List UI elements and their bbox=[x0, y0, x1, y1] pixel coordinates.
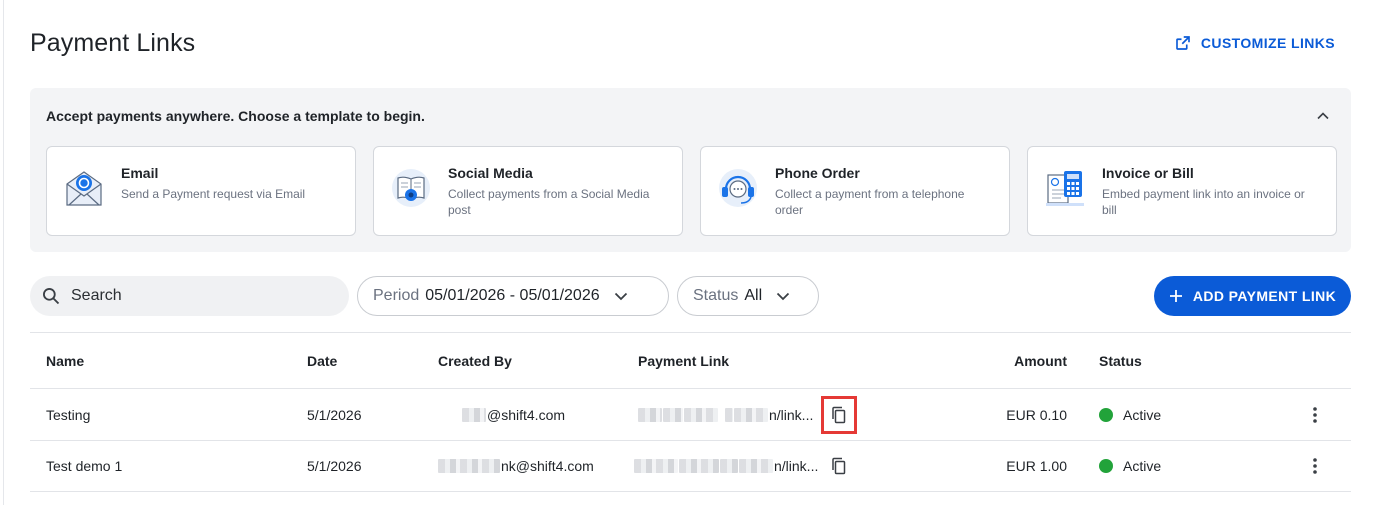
more-vertical-icon bbox=[1313, 406, 1317, 423]
template-card-phone-order[interactable]: Phone Order Collect a payment from a tel… bbox=[700, 146, 1010, 236]
template-card-social-media[interactable]: Social Media Collect payments from a Soc… bbox=[373, 146, 683, 236]
status-active-dot bbox=[1099, 407, 1113, 422]
redacted-text bbox=[739, 459, 773, 473]
template-card-title: Email bbox=[121, 165, 159, 181]
row-status-text: Active bbox=[1123, 406, 1162, 423]
template-card-invoice[interactable]: Invoice or Bill Embed payment link into … bbox=[1027, 146, 1337, 236]
external-link-icon bbox=[1176, 36, 1190, 50]
collapse-panel-button[interactable] bbox=[1315, 108, 1331, 124]
chevron-down-icon bbox=[777, 292, 790, 300]
search-icon bbox=[43, 288, 60, 305]
plus-icon bbox=[1169, 290, 1182, 302]
template-card-description: Collect a payment from a telephone order bbox=[775, 187, 965, 217]
column-header-date[interactable]: Date bbox=[307, 333, 337, 388]
page-title: Payment Links bbox=[30, 29, 196, 57]
template-card-title: Phone Order bbox=[775, 165, 860, 181]
row-created-by-email: nk@shift4.com bbox=[501, 458, 594, 474]
template-card-title: Social Media bbox=[448, 165, 533, 181]
status-filter[interactable]: Status All bbox=[677, 276, 819, 316]
chevron-down-icon bbox=[614, 292, 627, 300]
row-more-menu-button[interactable] bbox=[1308, 441, 1322, 491]
row-payment-link[interactable]: n/link... bbox=[638, 389, 813, 440]
row-created-by: @shift4.com bbox=[438, 389, 565, 440]
template-card-description: Send a Payment request via Email bbox=[121, 187, 306, 201]
redacted-text bbox=[663, 407, 683, 422]
table-row[interactable]: Test demo 1 5/1/2026 nk@shift4.com n/lin… bbox=[30, 440, 1351, 492]
payment-links-table: Name Date Created By Payment Link Amount… bbox=[30, 332, 1351, 492]
row-name: Test demo 1 bbox=[46, 458, 123, 474]
customize-links-label: CUSTOMIZE LINKS bbox=[1200, 35, 1335, 51]
period-filter[interactable]: Period 05/01/2026 - 05/01/2026 bbox=[357, 276, 669, 316]
copy-link-button[interactable] bbox=[821, 395, 857, 434]
status-filter-label: Status bbox=[693, 287, 739, 304]
template-panel-heading: Accept payments anywhere. Choose a templ… bbox=[46, 108, 425, 124]
column-header-payment-link[interactable]: Payment Link bbox=[638, 333, 729, 388]
row-amount: EUR 0.10 bbox=[1006, 406, 1067, 423]
redacted-text bbox=[720, 459, 738, 473]
redacted-text bbox=[634, 459, 678, 473]
status-filter-value: All bbox=[744, 287, 763, 304]
add-payment-link-button[interactable]: ADD PAYMENT LINK bbox=[1154, 276, 1351, 316]
search-input[interactable] bbox=[71, 287, 331, 305]
row-date: 5/1/2026 bbox=[307, 458, 362, 474]
copy-icon bbox=[832, 457, 846, 475]
chevron-up-icon bbox=[1317, 112, 1329, 120]
template-card-description: Collect payments from a Social Media pos… bbox=[448, 187, 650, 217]
phone-order-icon bbox=[719, 169, 757, 207]
redacted-text bbox=[725, 407, 733, 422]
row-payment-link-text: n/link... bbox=[769, 406, 814, 423]
period-filter-label: Period bbox=[373, 287, 420, 304]
row-created-by: nk@shift4.com bbox=[438, 441, 594, 491]
customize-links-button[interactable]: CUSTOMIZE LINKS bbox=[1174, 34, 1335, 52]
row-created-by-email: @shift4.com bbox=[487, 406, 566, 423]
period-filter-value: 05/01/2026 - 05/01/2026 bbox=[425, 287, 600, 304]
left-border bbox=[3, 0, 4, 505]
column-header-name[interactable]: Name bbox=[46, 333, 84, 388]
more-vertical-icon bbox=[1313, 458, 1317, 474]
row-payment-link[interactable]: n/link... bbox=[634, 441, 818, 491]
table-row[interactable]: Testing 5/1/2026 @shift4.com n/link... E… bbox=[30, 388, 1351, 440]
redacted-text bbox=[684, 407, 718, 422]
social-media-icon bbox=[392, 169, 430, 207]
row-status: Active bbox=[1099, 441, 1161, 491]
column-header-amount[interactable]: Amount bbox=[1014, 333, 1067, 388]
redacted-text bbox=[679, 459, 719, 473]
row-status-text: Active bbox=[1123, 458, 1162, 474]
column-header-created-by[interactable]: Created By bbox=[438, 333, 512, 388]
row-amount: EUR 1.00 bbox=[1006, 458, 1067, 474]
copy-icon bbox=[832, 406, 846, 423]
template-card-email[interactable]: Email Send a Payment request via Email bbox=[46, 146, 356, 236]
add-payment-link-label: ADD PAYMENT LINK bbox=[1192, 288, 1337, 304]
redacted-text bbox=[638, 407, 662, 422]
row-payment-link-text: n/link... bbox=[774, 458, 819, 474]
row-status: Active bbox=[1099, 389, 1161, 440]
redacted-text bbox=[438, 459, 500, 473]
template-card-description: Embed payment link into an invoice or bi… bbox=[1102, 187, 1305, 217]
redacted-text bbox=[734, 407, 768, 422]
template-card-title: Invoice or Bill bbox=[1102, 165, 1194, 181]
row-date: 5/1/2026 bbox=[307, 406, 362, 423]
status-active-dot bbox=[1099, 459, 1113, 473]
search-box[interactable] bbox=[30, 276, 349, 316]
email-envelope-icon bbox=[66, 171, 102, 206]
invoice-calculator-icon bbox=[1046, 171, 1084, 206]
table-header: Name Date Created By Payment Link Amount… bbox=[30, 332, 1351, 388]
template-panel: Accept payments anywhere. Choose a templ… bbox=[30, 88, 1351, 252]
redacted-text bbox=[462, 407, 486, 422]
row-more-menu-button[interactable] bbox=[1308, 389, 1322, 440]
copy-link-button[interactable] bbox=[821, 447, 857, 485]
row-name: Testing bbox=[46, 406, 91, 423]
column-header-status[interactable]: Status bbox=[1099, 333, 1142, 388]
